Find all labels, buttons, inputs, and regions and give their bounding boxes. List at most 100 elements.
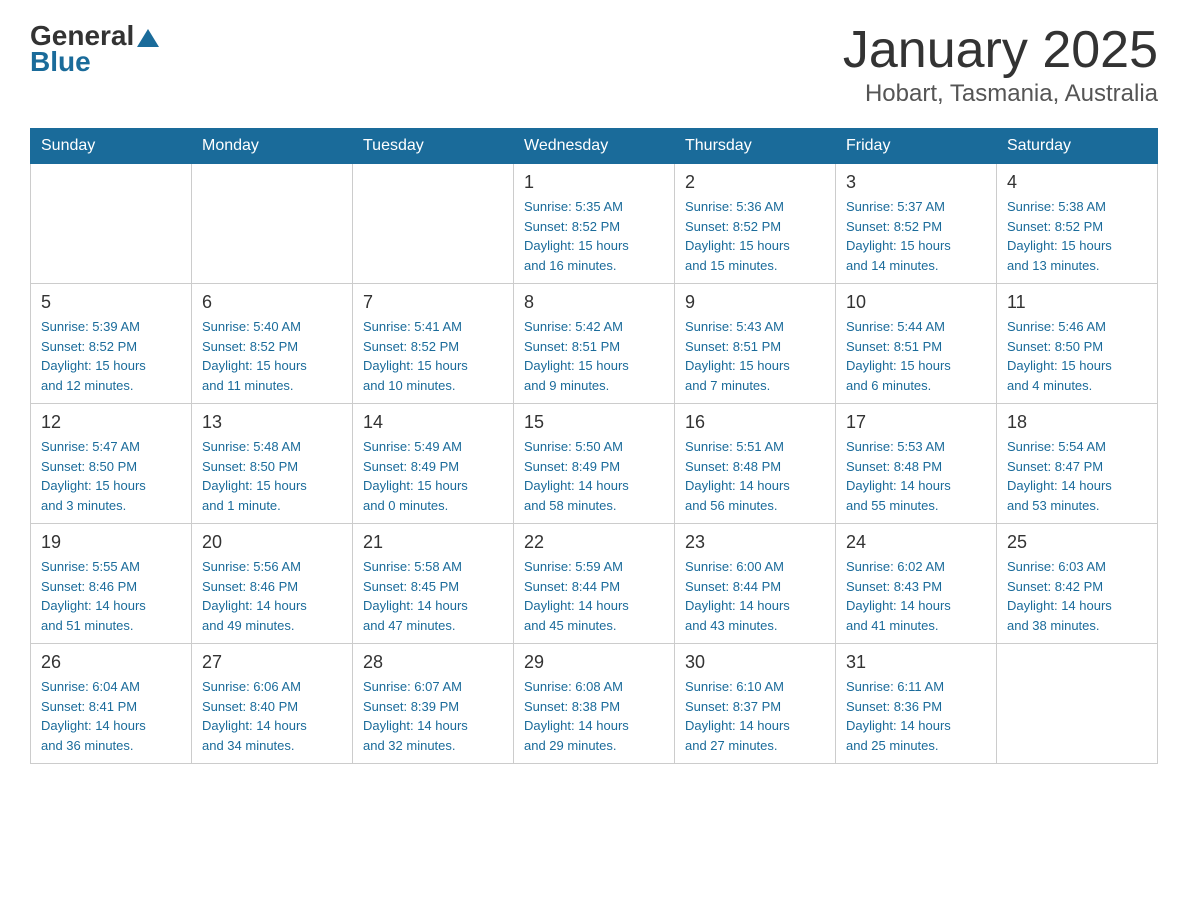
day-info: Sunrise: 5:46 AM Sunset: 8:50 PM Dayligh… [1007,317,1147,395]
day-info: Sunrise: 5:54 AM Sunset: 8:47 PM Dayligh… [1007,437,1147,515]
title-block: January 2025 Hobart, Tasmania, Australia [843,20,1158,108]
calendar-week-row: 26Sunrise: 6:04 AM Sunset: 8:41 PM Dayli… [31,644,1158,764]
calendar-cell [31,164,192,284]
calendar-week-row: 12Sunrise: 5:47 AM Sunset: 8:50 PM Dayli… [31,404,1158,524]
day-number: 11 [1007,292,1147,313]
day-number: 26 [41,652,181,673]
calendar-cell: 20Sunrise: 5:56 AM Sunset: 8:46 PM Dayli… [192,524,353,644]
calendar-week-row: 5 Sunrise: 5:39 AM Sunset: 8:52 PM Daylig… [31,284,1158,404]
calendar-cell: 17Sunrise: 5:53 AM Sunset: 8:48 PM Dayli… [836,404,997,524]
day-number: 10 [846,292,986,313]
calendar-week-row: 19Sunrise: 5:55 AM Sunset: 8:46 PM Dayli… [31,524,1158,644]
calendar-cell: 22 Sunrise: 5:59 AM Sunset: 8:44 PM Dayli… [514,524,675,644]
calendar-cell: 16Sunrise: 5:51 AM Sunset: 8:48 PM Dayli… [675,404,836,524]
calendar-cell: 27Sunrise: 6:06 AM Sunset: 8:40 PM Dayli… [192,644,353,764]
day-number: 28 [363,652,503,673]
calendar-cell: 21Sunrise: 5:58 AM Sunset: 8:45 PM Dayli… [353,524,514,644]
day-info: Sunrise: 5:53 AM Sunset: 8:48 PM Dayligh… [846,437,986,515]
day-number: 16 [685,412,825,433]
logo-blue-text: Blue [30,46,91,78]
day-info: Sunrise: 5:56 AM Sunset: 8:46 PM Dayligh… [202,557,342,635]
day-number: 24 [846,532,986,553]
weekday-header-friday: Friday [836,129,997,164]
page-header: General Blue January 2025 Hobart, Tasman… [30,20,1158,108]
day-info: Sunrise: 5:40 AM Sunset: 8:52 PM Dayligh… [202,317,342,395]
weekday-header-monday: Monday [192,129,353,164]
calendar-table: SundayMondayTuesdayWednesdayThursdayFrid… [30,128,1158,764]
calendar-cell: 3 Sunrise: 5:37 AM Sunset: 8:52 PM Daylig… [836,164,997,284]
day-info: Sunrise: 5:41 AM Sunset: 8:52 PM Dayligh… [363,317,503,395]
day-number: 29 [524,652,664,673]
day-info: Sunrise: 5:35 AM Sunset: 8:52 PM Dayligh… [524,197,664,275]
day-info: Sunrise: 5:39 AM Sunset: 8:52 PM Dayligh… [41,317,181,395]
day-info: Sunrise: 5:36 AM Sunset: 8:52 PM Dayligh… [685,197,825,275]
day-number: 7 [363,292,503,313]
day-number: 18 [1007,412,1147,433]
day-number: 15 [524,412,664,433]
calendar-cell: 1 Sunrise: 5:35 AM Sunset: 8:52 PM Daylig… [514,164,675,284]
day-info: Sunrise: 5:50 AM Sunset: 8:49 PM Dayligh… [524,437,664,515]
calendar-cell: 26Sunrise: 6:04 AM Sunset: 8:41 PM Dayli… [31,644,192,764]
calendar-cell: 13 Sunrise: 5:48 AM Sunset: 8:50 PM Dayli… [192,404,353,524]
logo-triangle-icon [137,29,159,47]
day-info: Sunrise: 5:44 AM Sunset: 8:51 PM Dayligh… [846,317,986,395]
weekday-header-saturday: Saturday [997,129,1158,164]
day-number: 8 [524,292,664,313]
calendar-cell: 18 Sunrise: 5:54 AM Sunset: 8:47 PM Dayli… [997,404,1158,524]
day-number: 3 [846,172,986,193]
calendar-cell: 4 Sunrise: 5:38 AM Sunset: 8:52 PM Daylig… [997,164,1158,284]
day-info: Sunrise: 6:07 AM Sunset: 8:39 PM Dayligh… [363,677,503,755]
weekday-header-row: SundayMondayTuesdayWednesdayThursdayFrid… [31,129,1158,164]
calendar-week-row: 1 Sunrise: 5:35 AM Sunset: 8:52 PM Daylig… [31,164,1158,284]
day-info: Sunrise: 6:10 AM Sunset: 8:37 PM Dayligh… [685,677,825,755]
day-info: Sunrise: 6:03 AM Sunset: 8:42 PM Dayligh… [1007,557,1147,635]
day-info: Sunrise: 6:00 AM Sunset: 8:44 PM Dayligh… [685,557,825,635]
calendar-cell: 24 Sunrise: 6:02 AM Sunset: 8:43 PM Dayli… [836,524,997,644]
day-number: 13 [202,412,342,433]
day-info: Sunrise: 5:37 AM Sunset: 8:52 PM Dayligh… [846,197,986,275]
calendar-cell [997,644,1158,764]
logo: General Blue [30,20,159,78]
day-number: 9 [685,292,825,313]
calendar-cell: 30Sunrise: 6:10 AM Sunset: 8:37 PM Dayli… [675,644,836,764]
calendar-cell: 12Sunrise: 5:47 AM Sunset: 8:50 PM Dayli… [31,404,192,524]
day-number: 6 [202,292,342,313]
calendar-cell: 14 Sunrise: 5:49 AM Sunset: 8:49 PM Dayli… [353,404,514,524]
day-number: 1 [524,172,664,193]
day-info: Sunrise: 5:59 AM Sunset: 8:44 PM Dayligh… [524,557,664,635]
day-number: 27 [202,652,342,673]
day-number: 19 [41,532,181,553]
calendar-cell: 29 Sunrise: 6:08 AM Sunset: 8:38 PM Dayli… [514,644,675,764]
day-info: Sunrise: 6:08 AM Sunset: 8:38 PM Dayligh… [524,677,664,755]
calendar-cell [353,164,514,284]
calendar-cell: 7 Sunrise: 5:41 AM Sunset: 8:52 PM Daylig… [353,284,514,404]
weekday-header-sunday: Sunday [31,129,192,164]
calendar-cell: 11 Sunrise: 5:46 AM Sunset: 8:50 PM Dayli… [997,284,1158,404]
calendar-cell [192,164,353,284]
day-info: Sunrise: 5:38 AM Sunset: 8:52 PM Dayligh… [1007,197,1147,275]
day-info: Sunrise: 5:42 AM Sunset: 8:51 PM Dayligh… [524,317,664,395]
calendar-cell: 25 Sunrise: 6:03 AM Sunset: 8:42 PM Dayli… [997,524,1158,644]
day-info: Sunrise: 5:58 AM Sunset: 8:45 PM Dayligh… [363,557,503,635]
weekday-header-wednesday: Wednesday [514,129,675,164]
calendar-cell: 15 Sunrise: 5:50 AM Sunset: 8:49 PM Dayli… [514,404,675,524]
calendar-cell: 6 Sunrise: 5:40 AM Sunset: 8:52 PM Daylig… [192,284,353,404]
day-number: 22 [524,532,664,553]
day-info: Sunrise: 6:02 AM Sunset: 8:43 PM Dayligh… [846,557,986,635]
calendar-cell: 31 Sunrise: 6:11 AM Sunset: 8:36 PM Dayli… [836,644,997,764]
day-number: 4 [1007,172,1147,193]
day-info: Sunrise: 5:48 AM Sunset: 8:50 PM Dayligh… [202,437,342,515]
day-number: 2 [685,172,825,193]
calendar-cell: 9 Sunrise: 5:43 AM Sunset: 8:51 PM Daylig… [675,284,836,404]
calendar-cell: 19Sunrise: 5:55 AM Sunset: 8:46 PM Dayli… [31,524,192,644]
calendar-cell: 8 Sunrise: 5:42 AM Sunset: 8:51 PM Daylig… [514,284,675,404]
day-info: Sunrise: 6:11 AM Sunset: 8:36 PM Dayligh… [846,677,986,755]
calendar-cell: 10 Sunrise: 5:44 AM Sunset: 8:51 PM Dayli… [836,284,997,404]
day-number: 14 [363,412,503,433]
day-number: 5 [41,292,181,313]
day-info: Sunrise: 5:43 AM Sunset: 8:51 PM Dayligh… [685,317,825,395]
day-number: 25 [1007,532,1147,553]
day-info: Sunrise: 5:47 AM Sunset: 8:50 PM Dayligh… [41,437,181,515]
day-number: 31 [846,652,986,673]
day-info: Sunrise: 5:49 AM Sunset: 8:49 PM Dayligh… [363,437,503,515]
